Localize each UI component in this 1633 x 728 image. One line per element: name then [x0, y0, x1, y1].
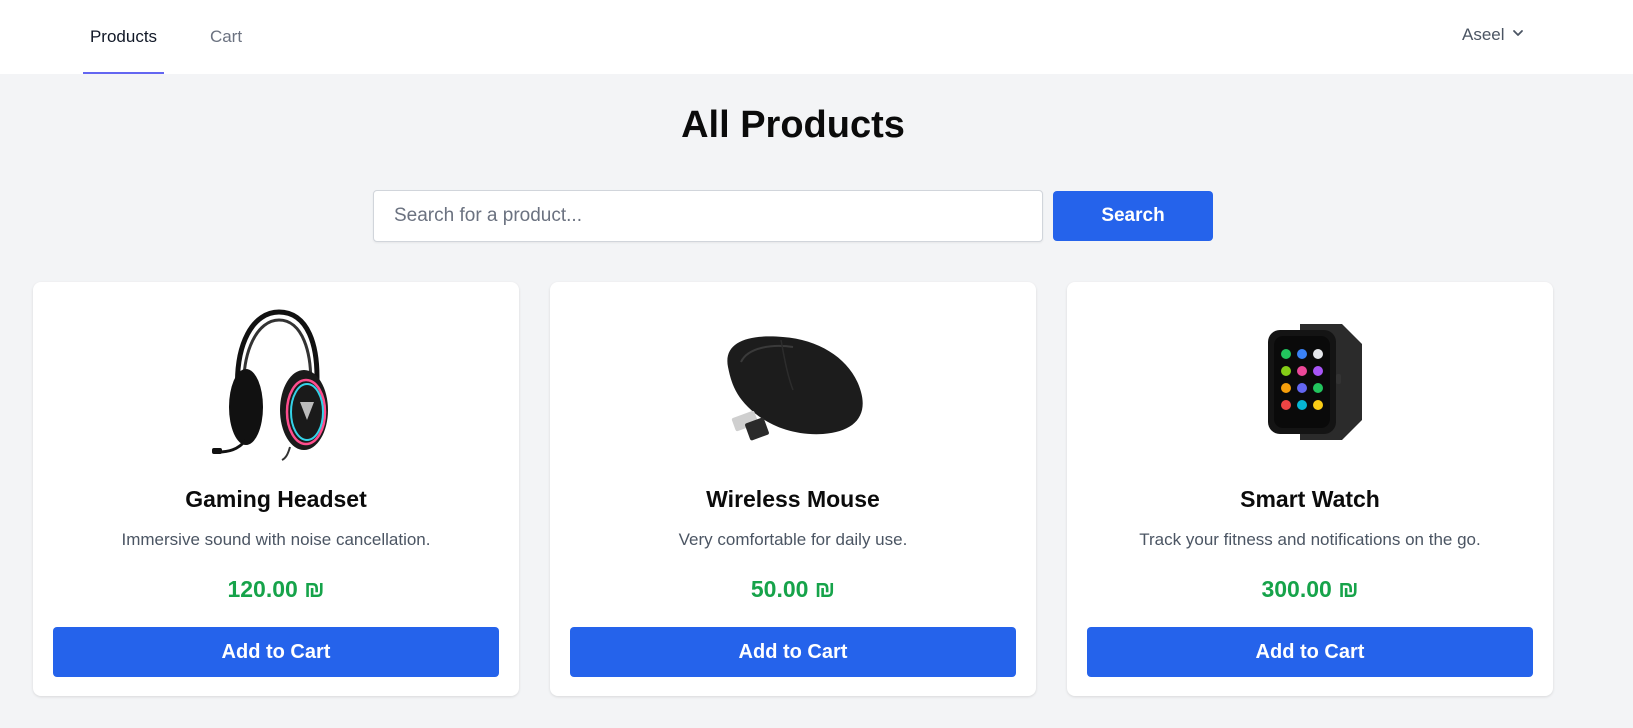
product-price: 50.00 ₪: [750, 576, 836, 602]
product-description: Very comfortable for daily use.: [678, 530, 908, 549]
tab-cart[interactable]: Cart: [196, 0, 256, 74]
product-description: Track your fitness and notifications on …: [1139, 530, 1481, 549]
product-name: Smart Watch: [1240, 486, 1380, 512]
search-button[interactable]: Search: [1053, 191, 1213, 241]
headset-image: [176, 302, 376, 462]
product-description: Immersive sound with noise cancellation.: [121, 530, 431, 549]
page-title: All Products: [681, 104, 905, 146]
product-price: 300.00 ₪: [1261, 576, 1359, 602]
chevron-down-icon: [1511, 25, 1525, 45]
product-price: 120.00 ₪: [227, 576, 325, 602]
user-menu[interactable]: Aseel: [1462, 22, 1525, 48]
mouse-image: [693, 302, 893, 462]
product-name: Wireless Mouse: [706, 486, 880, 512]
product-card: Gaming Headset Immersive sound with nois…: [33, 282, 519, 696]
search-input[interactable]: [373, 190, 1043, 242]
product-card: Smart Watch Track your fitness and notif…: [1067, 282, 1553, 696]
active-tab-indicator: [83, 72, 164, 74]
user-name: Aseel: [1462, 25, 1505, 44]
add-to-cart-button[interactable]: Add to Cart: [1087, 627, 1533, 677]
add-to-cart-button[interactable]: Add to Cart: [53, 627, 499, 677]
product-name: Gaming Headset: [185, 486, 367, 512]
product-card: Wireless Mouse Very comfortable for dail…: [550, 282, 1036, 696]
tab-products[interactable]: Products: [83, 0, 164, 74]
top-navbar: Products Cart Aseel: [0, 0, 1633, 74]
watch-image: [1210, 302, 1410, 462]
add-to-cart-button[interactable]: Add to Cart: [570, 627, 1016, 677]
